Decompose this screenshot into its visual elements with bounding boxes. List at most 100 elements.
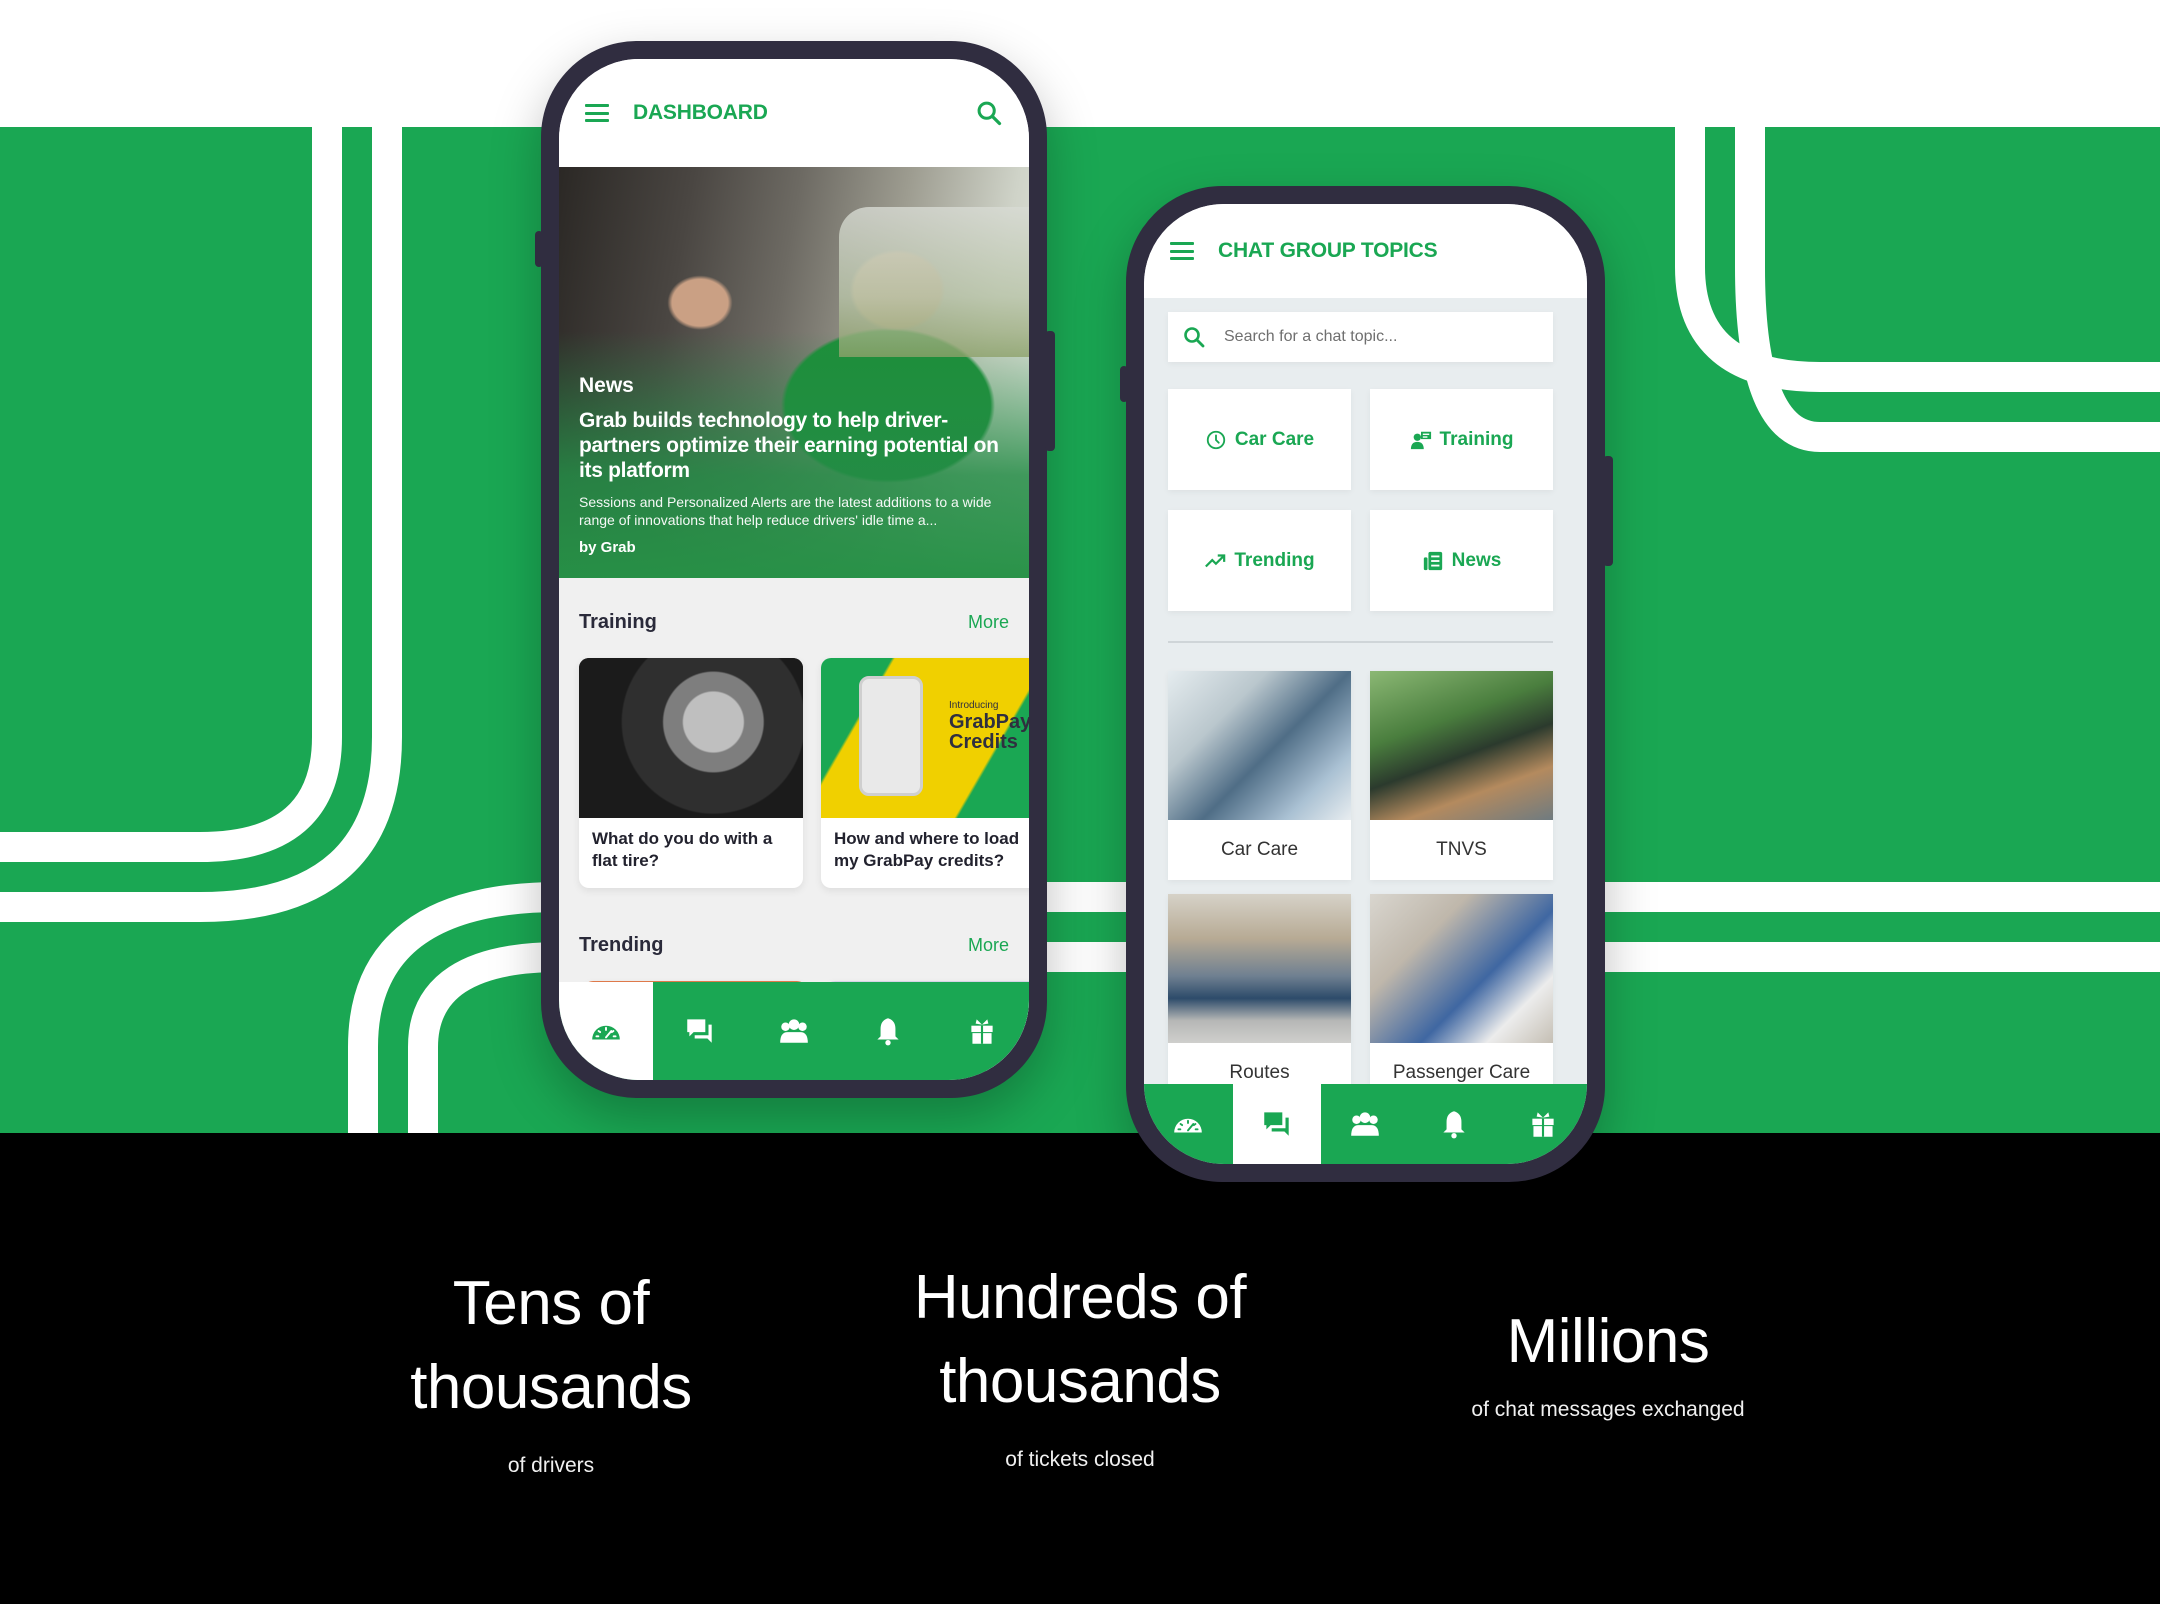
- stat-headline: Hundreds of thousands: [850, 1256, 1310, 1424]
- topic-tile-car-care[interactable]: Car Care: [1168, 389, 1351, 490]
- bottom-tab-bar: [559, 982, 1029, 1080]
- tab-rewards[interactable]: [935, 982, 1029, 1080]
- topic-tile-trending[interactable]: Trending: [1168, 510, 1351, 611]
- chat-group-card[interactable]: TNVS: [1370, 671, 1553, 880]
- hero-headline[interactable]: Grab builds technology to help driver-pa…: [579, 408, 1011, 483]
- group-icon: [1351, 1112, 1380, 1136]
- chat-phone-mockup: CHAT GROUP TOPICS Car Care Training Tren…: [1120, 186, 1613, 1182]
- tire-change-photo: [579, 658, 803, 818]
- chat-bubbles-icon: [687, 1019, 712, 1043]
- clock-icon: [1206, 430, 1226, 449]
- promo-title-line-1: GrabPay: [949, 711, 1029, 733]
- training-card-title: How and where to load my GrabPay credits…: [834, 829, 1020, 870]
- tab-notifications[interactable]: [1410, 1084, 1499, 1164]
- road-line: [0, 127, 342, 862]
- bell-icon: [877, 1018, 899, 1046]
- hero-byline: by Grab: [579, 539, 636, 556]
- trending-more-link[interactable]: More: [968, 935, 1009, 956]
- stat-headline: Millions: [1506, 1307, 1710, 1376]
- chat-group-card[interactable]: Passenger Care: [1370, 894, 1553, 1103]
- trending-up-icon: [1205, 553, 1226, 567]
- passengers-in-car-photo: [1370, 894, 1553, 1043]
- promo-text: Introducing GrabPay Credits: [949, 700, 1029, 752]
- chat-group-name: TNVS: [1436, 839, 1487, 860]
- stat-headline: Tens of thousands: [321, 1262, 781, 1430]
- stat-caption: of chat messages exchanged: [1471, 1398, 1745, 1421]
- search-icon: [1184, 327, 1205, 348]
- tab-community[interactable]: [747, 982, 841, 1080]
- search-icon[interactable]: [975, 99, 1003, 127]
- topic-tile-news[interactable]: News: [1370, 510, 1553, 611]
- topic-label: Trending: [1234, 549, 1315, 571]
- tab-community[interactable]: [1321, 1084, 1410, 1164]
- training-card[interactable]: Introducing GrabPay Credits How and wher…: [821, 658, 1029, 888]
- chat-topic-search-input[interactable]: [1224, 328, 1524, 346]
- stat-caption: of tickets closed: [1005, 1448, 1155, 1471]
- section-divider: [1168, 641, 1553, 643]
- chat-group-name: Car Care: [1220, 839, 1299, 860]
- chat-bubbles-icon: [1264, 1112, 1289, 1136]
- dashboard-phone-mockup: DASHBOARD News Grab builds technology to…: [535, 41, 1055, 1098]
- chat-group-card[interactable]: Routes: [1168, 894, 1351, 1103]
- top-white-band: [0, 0, 2160, 127]
- phone-side-button: [1045, 331, 1055, 451]
- green-road-background: [0, 127, 2160, 1133]
- news-hero-card[interactable]: News Grab builds technology to help driv…: [559, 167, 1029, 578]
- driver-in-car-photo: [1168, 671, 1351, 820]
- gift-icon: [1532, 1112, 1554, 1137]
- stat-headline-line-1: Hundreds of: [913, 1263, 1247, 1332]
- stat-headline-line-2: thousands: [410, 1353, 692, 1422]
- tab-notifications[interactable]: [841, 982, 935, 1080]
- training-card[interactable]: What do you do with a flat tire?: [579, 658, 803, 888]
- topic-label: Car Care: [1234, 428, 1315, 450]
- page-title: DASHBOARD: [633, 101, 768, 124]
- phone-side-button: [535, 231, 543, 267]
- hamburger-menu-icon[interactable]: [1170, 242, 1194, 260]
- bottom-tab-bar: [1144, 1084, 1587, 1164]
- training-section-header: Training More: [579, 611, 1009, 634]
- bell-icon: [1443, 1111, 1465, 1139]
- phone-side-button: [1603, 456, 1613, 566]
- tab-chat[interactable]: [1232, 1084, 1322, 1164]
- tab-dashboard[interactable]: [559, 982, 653, 1080]
- hero-photo-background: [839, 207, 1029, 357]
- group-icon: [780, 1019, 808, 1043]
- topic-tile-training[interactable]: Training: [1370, 389, 1553, 490]
- stat-caption: of drivers: [507, 1454, 595, 1477]
- phone-side-button: [1120, 366, 1128, 402]
- tab-rewards[interactable]: [1498, 1084, 1587, 1164]
- stat-tickets: Hundreds of thousands of tickets closed: [850, 1256, 1310, 1472]
- showcase-page: DASHBOARD News Grab builds technology to…: [0, 0, 2160, 1604]
- stat-headline-line-1: Tens of: [452, 1269, 650, 1338]
- hero-summary: Sessions and Personalized Alerts are the…: [579, 494, 992, 528]
- road-lines-decoration: [0, 127, 2160, 1133]
- hero-category: News: [579, 374, 634, 397]
- dashboard-app-bar: DASHBOARD: [559, 59, 1029, 167]
- delivery-rider-photo: [1370, 671, 1553, 820]
- stat-drivers: Tens of thousands of drivers: [321, 1262, 781, 1478]
- chat-topic-search-bar: [1168, 312, 1553, 362]
- training-more-link[interactable]: More: [968, 612, 1009, 633]
- grabpay-credits-promo: Introducing GrabPay Credits: [821, 658, 1029, 818]
- page-title: CHAT GROUP TOPICS: [1218, 239, 1438, 262]
- stat-headline-line-2: thousands: [939, 1347, 1221, 1416]
- trainer-icon: [1410, 431, 1431, 449]
- car-at-terminal-photo: [1168, 894, 1351, 1043]
- chat-topics-screen: CHAT GROUP TOPICS Car Care Training Tren…: [1144, 204, 1587, 1164]
- training-card-title: What do you do with a flat tire?: [592, 829, 773, 870]
- speedometer-icon: [592, 1025, 620, 1040]
- tab-dashboard[interactable]: [1144, 1084, 1233, 1164]
- topic-label: News: [1451, 549, 1502, 571]
- newspaper-icon: [1423, 551, 1442, 570]
- speedometer-icon: [1174, 1118, 1203, 1133]
- gift-icon: [971, 1019, 993, 1044]
- trending-section-title: Trending: [579, 934, 664, 956]
- hamburger-menu-icon[interactable]: [585, 104, 609, 122]
- promo-title-line-2: Credits: [949, 731, 1018, 753]
- chat-group-card[interactable]: Car Care: [1168, 671, 1351, 880]
- topic-label: Training: [1439, 428, 1514, 450]
- hero-text: News Grab builds technology to help driv…: [579, 374, 1011, 556]
- training-section-title: Training: [579, 611, 657, 633]
- stat-messages: Millions of chat messages exchanged: [1378, 1300, 1838, 1422]
- tab-chat[interactable]: [653, 982, 747, 1080]
